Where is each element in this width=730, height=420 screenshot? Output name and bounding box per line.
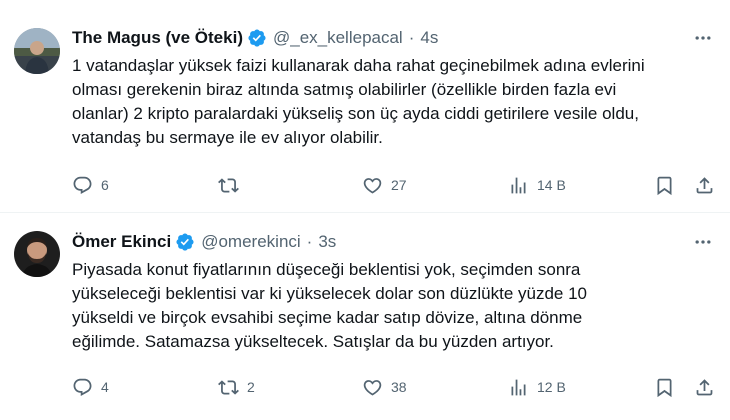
verified-badge-icon bbox=[247, 28, 267, 48]
tweet-text: Piyasada konut fiyatlarının düşeceği bek… bbox=[72, 260, 587, 351]
author-handle[interactable]: @_ex_kellepacal bbox=[273, 28, 403, 48]
share-button[interactable] bbox=[694, 172, 715, 198]
author-handle[interactable]: @omerekinci bbox=[201, 232, 300, 252]
like-icon bbox=[363, 379, 382, 396]
share-icon bbox=[696, 176, 713, 193]
reply-count: 4 bbox=[101, 379, 109, 395]
views-count: 14 B bbox=[537, 177, 566, 193]
views-button[interactable]: 12 B bbox=[508, 374, 566, 400]
views-count: 12 B bbox=[537, 379, 566, 395]
timestamp[interactable]: 3s bbox=[318, 232, 336, 252]
bookmark-button[interactable] bbox=[654, 172, 675, 198]
like-count: 27 bbox=[391, 177, 407, 193]
like-button[interactable]: 27 bbox=[362, 172, 407, 198]
reply-button[interactable]: 6 bbox=[72, 172, 109, 198]
bookmark-icon bbox=[657, 176, 672, 195]
retweet-button[interactable] bbox=[218, 172, 247, 198]
separator-dot: · bbox=[306, 232, 313, 251]
like-icon bbox=[363, 177, 382, 194]
verified-badge-icon bbox=[175, 232, 195, 252]
tweet-text: 1 vatandaşlar yüksek faizi kullanarak da… bbox=[72, 56, 645, 147]
tweet-header: Ömer Ekinci @omerekinci · 3s bbox=[72, 230, 336, 254]
views-icon bbox=[511, 177, 526, 193]
share-icon bbox=[696, 378, 713, 395]
more-options-icon[interactable] bbox=[692, 231, 714, 253]
avatar[interactable] bbox=[14, 28, 60, 74]
retweet-button[interactable]: 2 bbox=[218, 374, 255, 400]
retweet-icon bbox=[218, 177, 239, 193]
timestamp[interactable]: 4s bbox=[420, 28, 438, 48]
profile-photo-icon bbox=[14, 231, 60, 277]
like-button[interactable]: 38 bbox=[362, 374, 407, 400]
views-button[interactable]: 14 B bbox=[508, 172, 566, 198]
retweet-count: 2 bbox=[247, 379, 255, 395]
reply-icon bbox=[73, 176, 92, 194]
tweet-header: The Magus (ve Öteki) @_ex_kellepacal · 4… bbox=[72, 26, 438, 50]
author-name[interactable]: The Magus (ve Öteki) bbox=[72, 28, 243, 48]
author-name[interactable]: Ömer Ekinci bbox=[72, 232, 171, 252]
tweet[interactable]: Ömer Ekinci @omerekinci · 3s Piyasada ko… bbox=[0, 213, 730, 420]
bookmark-icon bbox=[657, 378, 672, 397]
profile-photo-icon bbox=[14, 28, 60, 74]
avatar[interactable] bbox=[14, 231, 60, 277]
more-options-icon[interactable] bbox=[692, 27, 714, 49]
tweet[interactable]: The Magus (ve Öteki) @_ex_kellepacal · 4… bbox=[0, 0, 730, 212]
bookmark-button[interactable] bbox=[654, 374, 675, 400]
separator-dot: · bbox=[408, 28, 415, 47]
share-button[interactable] bbox=[694, 374, 715, 400]
tweet-actions: 6 27 14 B bbox=[72, 172, 720, 198]
reply-count: 6 bbox=[101, 177, 109, 193]
tweet-actions: 4 2 38 12 B bbox=[72, 374, 720, 400]
retweet-icon bbox=[218, 379, 239, 395]
views-icon bbox=[511, 379, 526, 395]
like-count: 38 bbox=[391, 379, 407, 395]
reply-button[interactable]: 4 bbox=[72, 374, 109, 400]
reply-icon bbox=[73, 378, 92, 396]
